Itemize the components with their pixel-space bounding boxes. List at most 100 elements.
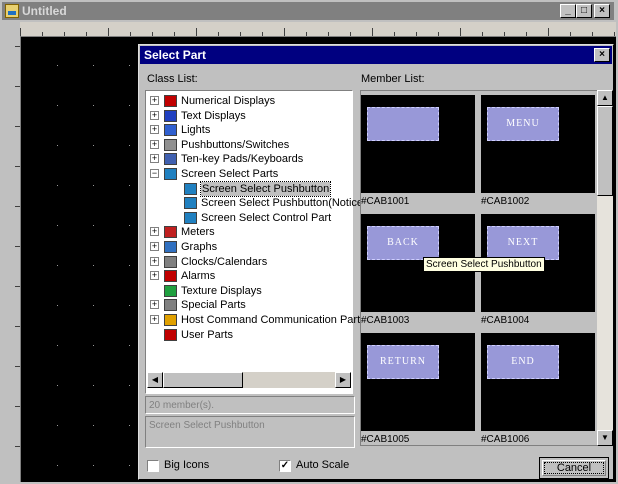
tree-item[interactable]: User Parts — [146, 328, 352, 342]
member-tile[interactable]: RETURN #CAB1005 — [361, 333, 475, 445]
member-id: #CAB1004 — [481, 315, 530, 326]
auto-scale-check[interactable]: ✓ — [279, 460, 291, 472]
ruler-tick — [20, 28, 21, 36]
tree-item-label: Numerical Displays — [181, 95, 276, 107]
select-part-dialog: Select Part × Class List: Member List: +… — [138, 44, 614, 480]
tree-item[interactable]: Screen Select Pushbutton(Notice — [146, 196, 363, 210]
ruler-tick — [504, 32, 505, 36]
tree-item[interactable]: + Alarms — [146, 269, 352, 283]
auto-scale-label: Auto Scale — [296, 459, 350, 471]
ruler-tick — [526, 32, 527, 36]
window-close-button[interactable]: × — [594, 4, 610, 18]
pushbutton-preview: RETURN — [367, 345, 439, 379]
member-preview: END — [481, 333, 595, 431]
host-command-icon — [164, 314, 177, 326]
app-icon — [5, 4, 19, 18]
ruler-tick — [15, 246, 20, 247]
member-tile[interactable]: MENU #CAB1002 — [481, 95, 595, 210]
tree-item[interactable]: + Clocks/Calendars — [146, 255, 352, 269]
maximize-button[interactable]: □ — [576, 4, 592, 18]
keypad-icon — [164, 153, 177, 166]
expand-icon[interactable]: + — [150, 227, 159, 237]
expand-icon[interactable]: + — [150, 154, 159, 164]
ruler-tick — [15, 206, 20, 207]
dialog-title-bar[interactable]: Select Part × — [140, 46, 612, 64]
member-tile[interactable]: #CAB1001 — [361, 95, 475, 210]
tree-item[interactable]: + Lights — [146, 123, 352, 137]
grid-dot — [129, 425, 130, 426]
tree-item[interactable]: Texture Displays — [146, 284, 352, 298]
grid-dot — [129, 305, 130, 306]
member-id: #CAB1005 — [361, 434, 410, 445]
grid-dot — [129, 105, 130, 106]
screen-select-icon — [184, 211, 197, 224]
grid-dot — [93, 265, 94, 266]
collapse-icon[interactable]: − — [150, 169, 159, 178]
tree-item[interactable]: + Meters — [146, 225, 352, 239]
grid-dot — [129, 265, 130, 266]
tree-item[interactable]: + Pushbuttons/Switches — [146, 138, 352, 152]
member-tile[interactable]: END #CAB1006 — [481, 333, 595, 445]
ruler-tick — [460, 28, 461, 36]
tree-item-label: Text Displays — [181, 109, 246, 122]
big-icons-check[interactable] — [147, 460, 159, 472]
class-tree[interactable]: + Numerical Displays + Text Displays + Lights… — [145, 90, 366, 394]
expand-icon[interactable]: + — [150, 315, 159, 324]
window-title-bar[interactable]: Untitled _ □ × — [2, 2, 614, 20]
grid-dot — [57, 105, 58, 106]
expand-icon[interactable]: + — [150, 242, 159, 251]
ruler-tick — [196, 28, 197, 36]
ruler-tick — [130, 32, 131, 36]
tree-item[interactable]: + Numerical Displays — [146, 94, 352, 108]
tree-item[interactable]: Screen Select Control Part — [146, 211, 352, 225]
grid-dot — [57, 345, 58, 346]
tree-item[interactable]: + Ten-key Pads/Keyboards — [146, 152, 352, 166]
tree-item-label: Pushbuttons/Switches — [181, 138, 290, 151]
tree-item[interactable]: − Screen Select Parts — [146, 167, 352, 181]
expand-icon[interactable]: + — [150, 271, 159, 281]
member-vertical-scrollbar[interactable]: ▲ ▼ — [597, 90, 613, 446]
ruler-tick — [240, 32, 241, 36]
tree-item[interactable]: + Graphs — [146, 240, 352, 254]
expand-icon[interactable]: + — [150, 110, 159, 120]
auto-scale-checkbox[interactable]: ✓ Auto Scale — [279, 459, 399, 473]
tree-item[interactable]: Screen Select Pushbutton — [146, 180, 352, 197]
expand-icon[interactable]: + — [150, 139, 159, 149]
tree-item[interactable]: + Host Command Communication Parts — [146, 313, 366, 327]
scroll-thumb[interactable] — [597, 106, 613, 196]
pushbutton-preview: NEXT — [487, 226, 559, 260]
ruler-tick — [15, 406, 20, 407]
screen-select-icon — [164, 168, 177, 180]
cancel-button[interactable]: Cancel — [539, 457, 609, 479]
dialog-close-button[interactable]: × — [594, 48, 610, 62]
user-parts-icon — [164, 328, 177, 341]
scroll-down-button[interactable]: ▼ — [597, 430, 613, 446]
tree-item[interactable]: + Text Displays — [146, 109, 352, 123]
member-preview: MENU — [481, 95, 595, 193]
grid-dot — [57, 65, 58, 66]
scroll-thumb[interactable] — [163, 372, 243, 388]
ruler-tick — [416, 32, 417, 36]
big-icons-checkbox[interactable]: Big Icons — [147, 459, 267, 473]
grid-dot — [57, 305, 58, 306]
tree-item-label: Ten-key Pads/Keyboards — [181, 153, 304, 166]
ruler-tick — [15, 126, 20, 127]
tree-horizontal-scrollbar[interactable]: ◀ ▶ — [147, 372, 351, 388]
member-preview: RETURN — [361, 333, 475, 431]
minimize-button[interactable]: _ — [560, 4, 576, 18]
expand-icon[interactable]: + — [150, 256, 159, 266]
tree-item-label: Screen Select Pushbutton — [199, 180, 332, 197]
tree-item[interactable]: + Special Parts — [146, 298, 352, 312]
grid-dot — [57, 425, 58, 426]
scroll-left-button[interactable]: ◀ — [147, 372, 163, 388]
scroll-right-button[interactable]: ▶ — [335, 372, 351, 388]
expand-icon[interactable]: + — [150, 96, 159, 105]
member-list-label: Member List: — [361, 73, 425, 85]
scroll-up-button[interactable]: ▲ — [597, 90, 613, 106]
expand-icon[interactable]: + — [150, 300, 159, 310]
ruler-tick — [174, 32, 175, 36]
tree-item-label: Screen Select Pushbutton(Notice — [201, 197, 364, 210]
tree-item-label: Screen Select Control Part — [201, 211, 332, 224]
expand-icon[interactable]: + — [150, 125, 159, 135]
grid-dot — [93, 425, 94, 426]
